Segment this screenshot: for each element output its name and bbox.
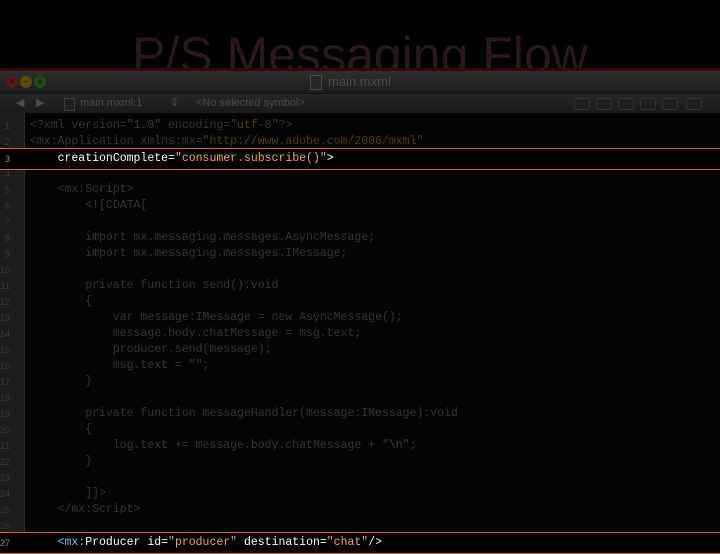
- code-line[interactable]: 1 <?xml version="1.0" encoding="utf-8"?>: [0, 118, 720, 134]
- minimize-window-button[interactable]: –: [20, 76, 32, 88]
- code-text: import mx.messaging.messages.AsyncMessag…: [30, 231, 376, 244]
- line-number: 7: [4, 217, 10, 227]
- line-number: 11: [0, 281, 10, 291]
- code-line[interactable]: 25 </mx:Script>: [0, 502, 720, 518]
- close-icon: ×: [8, 77, 16, 87]
- line-number: 10: [0, 265, 11, 275]
- file-popup[interactable]: main.mxml:1: [80, 94, 142, 113]
- code-line[interactable]: 19 private function messageHandler(messa…: [0, 406, 720, 422]
- code-text: <?xml version="1.0" encoding="utf-8"?>: [30, 119, 293, 132]
- line-number: 23: [0, 473, 11, 483]
- line-number: 8: [4, 233, 10, 243]
- code-editor[interactable]: 1 <?xml version="1.0" encoding="utf-8"?> 2…: [0, 113, 720, 554]
- code-text: msg.text = "";: [30, 359, 210, 372]
- code-text: creationComplete="consumer.subscribe()">: [30, 152, 334, 165]
- code-text: }: [30, 375, 93, 388]
- navigation-bar: ◀ ▶ main.mxml:1 ⇕ <No selected symbol>: [0, 93, 720, 114]
- back-arrow-icon[interactable]: ◀: [16, 94, 24, 113]
- code-line[interactable]: 5 <mx:Script>: [0, 182, 720, 198]
- highlighted-code-line[interactable]: 27 <mx:Producer id="producer" destinatio…: [0, 532, 720, 554]
- code-line[interactable]: 9 import mx.messaging.messages.IMessage;: [0, 246, 720, 262]
- window-title: main.mxml: [310, 71, 391, 93]
- line-number: 12: [0, 297, 11, 307]
- line-number: 16: [0, 361, 11, 371]
- line-number: 14: [0, 329, 11, 339]
- code-text: <mx:Script>: [30, 183, 134, 196]
- file-popup-arrow-icon[interactable]: ⇕: [170, 94, 179, 113]
- code-text: <mx:Producer id="producer" destination="…: [57, 536, 383, 549]
- code-line[interactable]: 15 producer.send(message);: [0, 342, 720, 358]
- code-line[interactable]: 10: [0, 262, 720, 278]
- document-icon: [310, 74, 322, 90]
- line-number: 5: [4, 185, 10, 195]
- code-text: producer.send(message);: [30, 343, 272, 356]
- title-bar[interactable]: × – + main.mxml: [0, 71, 720, 93]
- code-text: ]]>: [30, 487, 106, 500]
- code-line[interactable]: 24 ]]>: [0, 486, 720, 502]
- code-line[interactable]: 16 msg.text = "";: [0, 358, 720, 374]
- code-line[interactable]: 8 import mx.messaging.messages.AsyncMess…: [0, 230, 720, 246]
- zoom-icon: +: [36, 77, 44, 87]
- code-line[interactable]: 11 private function send():void: [0, 278, 720, 294]
- line-number: 24: [0, 489, 11, 499]
- code-line[interactable]: 20 {: [0, 422, 720, 438]
- settings-icon[interactable]: [686, 98, 702, 110]
- code-line[interactable]: 18: [0, 390, 720, 406]
- file-icon: [64, 98, 75, 111]
- line-number: 3: [4, 154, 10, 164]
- code-text: {: [30, 423, 93, 436]
- code-line[interactable]: 7: [0, 214, 720, 230]
- code-text: {: [30, 295, 93, 308]
- line-number: 27: [0, 538, 11, 548]
- code-text: private function messageHandler(message:…: [30, 407, 458, 420]
- code-line[interactable]: 23: [0, 470, 720, 486]
- code-text: var message:IMessage = new AsyncMessage(…: [30, 311, 403, 324]
- line-number: 1: [4, 121, 10, 131]
- line-number: 18: [0, 393, 11, 403]
- code-line[interactable]: 12 {: [0, 294, 720, 310]
- code-text: message.body.chatMessage = msg.text;: [30, 327, 362, 340]
- code-line[interactable]: 13 var message:IMessage = new AsyncMessa…: [0, 310, 720, 326]
- code-text: log.text += message.body.chatMessage + "…: [30, 439, 417, 452]
- line-number: 6: [4, 201, 10, 211]
- code-text: <![CDATA[: [30, 199, 148, 212]
- forward-arrow-icon[interactable]: ▶: [36, 94, 44, 113]
- code-text: import mx.messaging.messages.IMessage;: [30, 247, 348, 260]
- code-line[interactable]: 17 }: [0, 374, 720, 390]
- symbol-popup[interactable]: <No selected symbol>: [196, 94, 305, 113]
- highlighted-code-line[interactable]: 3 creationComplete="consumer.subscribe()…: [0, 148, 720, 170]
- line-number: 15: [0, 345, 11, 355]
- include-icon[interactable]: [618, 98, 634, 110]
- line-number: 17: [0, 377, 11, 387]
- code-text: </mx:Script>: [30, 503, 141, 516]
- line-number: 21: [0, 441, 11, 451]
- line-number: 19: [0, 409, 11, 419]
- close-window-button[interactable]: ×: [6, 76, 18, 88]
- bookmark-icon[interactable]: [574, 98, 590, 110]
- minimize-icon: –: [23, 77, 29, 87]
- line-number: 22: [0, 457, 11, 467]
- line-number: 25: [0, 505, 11, 515]
- line-number: 9: [4, 249, 10, 259]
- editor-window: × – + main.mxml ◀ ▶ main.mxml:1 ⇕ <No se…: [0, 68, 720, 554]
- hash-icon[interactable]: [662, 98, 678, 110]
- zoom-window-button[interactable]: +: [34, 76, 46, 88]
- code-line[interactable]: 21 log.text += message.body.chatMessage …: [0, 438, 720, 454]
- breakpoint-icon[interactable]: [596, 98, 612, 110]
- code-line[interactable]: 6 <![CDATA[: [0, 198, 720, 214]
- code-text: }: [30, 455, 93, 468]
- line-number: 20: [0, 425, 11, 435]
- code-line[interactable]: 22 }: [0, 454, 720, 470]
- code-text: private function send():void: [30, 279, 279, 292]
- counterpart-icon[interactable]: [640, 98, 656, 110]
- nav-toolbar-buttons: [570, 94, 720, 113]
- line-number: 13: [0, 313, 11, 323]
- window-title-text: main.mxml: [328, 74, 391, 89]
- code-line[interactable]: 14 message.body.chatMessage = msg.text;: [0, 326, 720, 342]
